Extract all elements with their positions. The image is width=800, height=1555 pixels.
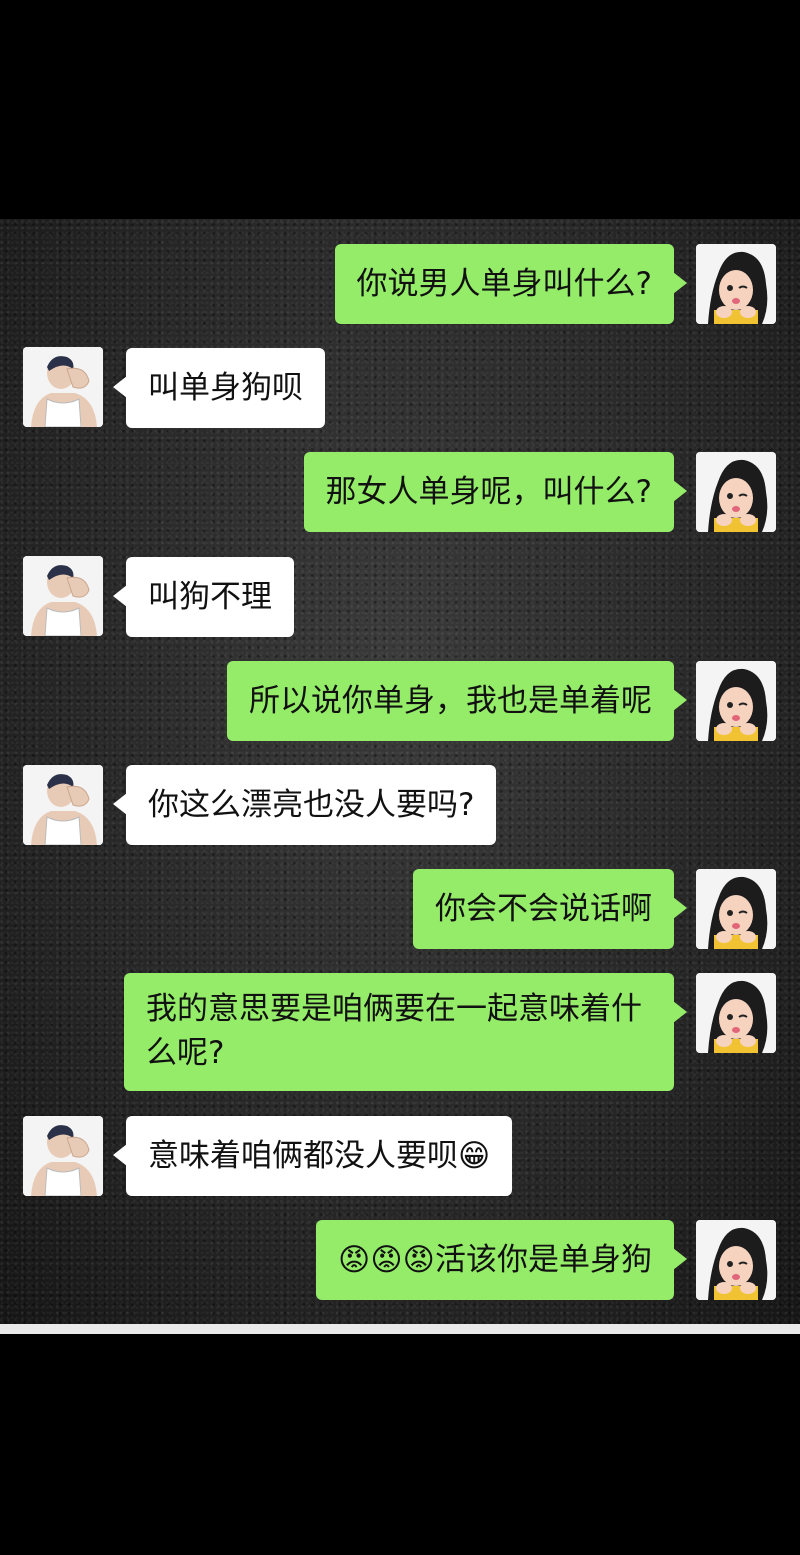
message-bubble-sent[interactable]: 你说男人单身叫什么?: [334, 244, 688, 324]
message-bubble-sent[interactable]: 😡😡😡活该你是单身狗: [316, 1220, 687, 1300]
message-bubble-sent[interactable]: 那女人单身呢，叫什么?: [303, 452, 688, 532]
contact-avatar[interactable]: [23, 1116, 103, 1196]
chat-area[interactable]: 你说男人单身叫什么? 叫单身狗呗 那女人单身呢，叫什么? 叫狗不理 所以说你单身…: [0, 219, 800, 1324]
contact-avatar[interactable]: [23, 765, 103, 845]
message-bubble-sent[interactable]: 你会不会说话啊: [413, 869, 687, 949]
user-avatar[interactable]: [696, 1220, 776, 1300]
user-avatar[interactable]: [696, 973, 776, 1053]
message-bubble-received[interactable]: 意味着咱俩都没人要呗😁: [112, 1116, 513, 1196]
user-avatar[interactable]: [696, 452, 776, 532]
user-avatar[interactable]: [696, 661, 776, 741]
contact-avatar[interactable]: [23, 556, 103, 636]
message-bubble-received[interactable]: 叫单身狗呗: [113, 348, 325, 428]
bottom-divider: [0, 1324, 800, 1334]
user-avatar[interactable]: [696, 869, 776, 949]
user-avatar[interactable]: [696, 244, 776, 324]
contact-avatar[interactable]: [23, 347, 103, 427]
message-bubble-sent[interactable]: 我的意思要是咱俩要在一起意味着什么呢?: [124, 973, 687, 1091]
message-bubble-received[interactable]: 你这么漂亮也没人要吗?: [112, 765, 497, 845]
message-bubble-sent[interactable]: 所以说你单身，我也是单着呢: [227, 661, 687, 741]
message-bubble-received[interactable]: 叫狗不理: [113, 557, 294, 637]
